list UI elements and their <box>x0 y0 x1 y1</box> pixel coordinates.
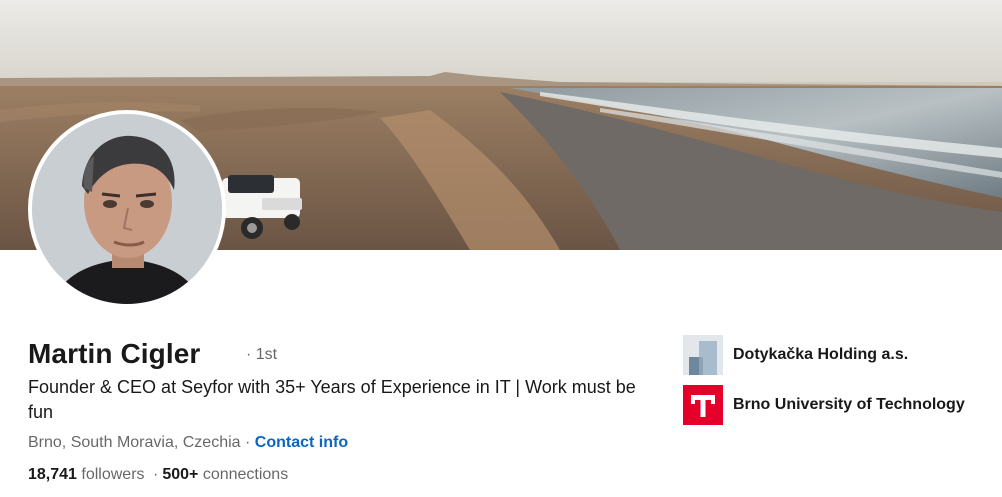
stats-separator: · <box>152 466 159 483</box>
contact-info-link[interactable]: Contact info <box>255 434 348 451</box>
profile-headline: Founder & CEO at Seyfor with 35+ Years o… <box>28 377 636 422</box>
network-stats: 18,741 followers · 500+ connections <box>28 466 288 484</box>
profile-location: Brno, South Moravia, Czechia <box>28 434 241 451</box>
profile-photo-portrait <box>32 114 222 304</box>
connections-label[interactable]: connections <box>203 466 288 483</box>
location-line: Brno, South Moravia, Czechia · Contact i… <box>28 434 348 452</box>
university-name: Brno University of Technology <box>733 396 965 413</box>
profile-name: Martin Cigler <box>28 338 201 369</box>
followers-label[interactable]: followers <box>81 466 144 483</box>
university-logo-icon <box>683 385 723 425</box>
current-company-link[interactable]: Dotykačka Holding a.s. <box>683 335 908 375</box>
followers-count: 18,741 <box>28 466 77 483</box>
profile-photo[interactable] <box>28 110 226 308</box>
location-separator: · <box>240 434 255 451</box>
company-logo-icon <box>683 335 723 375</box>
connections-count: 500+ <box>162 466 199 483</box>
company-name: Dotykačka Holding a.s. <box>733 346 909 363</box>
education-link[interactable]: Brno University of Technology <box>683 385 965 425</box>
connection-degree: · 1st <box>246 346 278 363</box>
